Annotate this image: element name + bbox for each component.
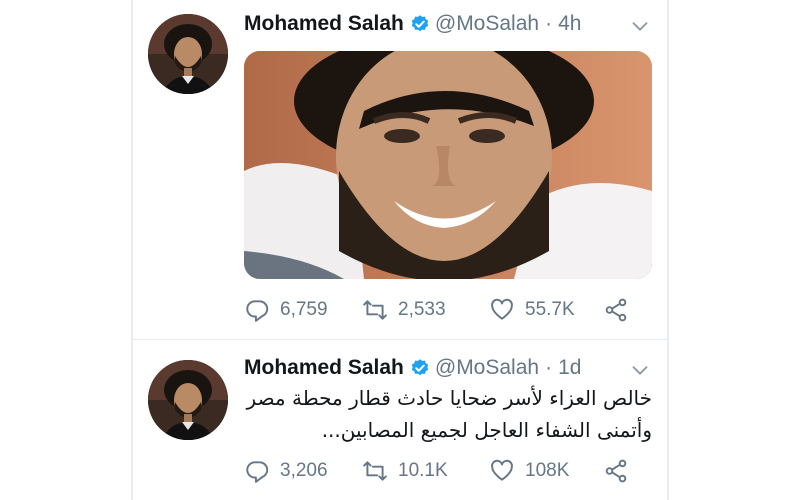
avatar[interactable] xyxy=(148,14,228,94)
tweet-text-line: وأتمنى الشفاء العاجل لجميع المصابين... xyxy=(321,418,652,442)
tweet-actions: 3,206 10.1K 108K xyxy=(244,457,654,485)
chevron-down-icon[interactable] xyxy=(629,359,651,381)
retweet-button[interactable]: 10.1K xyxy=(362,458,489,484)
tweet-text: خالص العزاء لأسر ضحايا حادث قطار محطة مص… xyxy=(244,382,652,446)
like-icon xyxy=(491,298,513,320)
tweet-photo[interactable] xyxy=(244,51,652,279)
reply-icon xyxy=(246,461,269,483)
share-button[interactable] xyxy=(603,458,639,484)
tweet-text-line: خالص العزاء لأسر ضحايا حادث قطار محطة مص… xyxy=(246,386,652,410)
verified-badge-icon xyxy=(411,15,429,32)
tweet[interactable]: Mohamed Salah @MoSalah · 4h 6,759 2,533 … xyxy=(133,0,667,340)
chevron-down-icon[interactable] xyxy=(629,15,651,37)
verified-badge-icon xyxy=(411,359,429,376)
tweet-actions: 6,759 2,533 55.7K xyxy=(244,296,654,324)
retweet-count: 2,533 xyxy=(398,299,446,320)
reply-button[interactable]: 6,759 xyxy=(244,297,362,323)
tweet-header: Mohamed Salah @MoSalah · 4h xyxy=(244,9,581,39)
tweet-header: Mohamed Salah @MoSalah · 1d xyxy=(244,353,581,383)
reply-icon xyxy=(246,300,269,322)
like-count: 108K xyxy=(525,460,570,481)
display-name[interactable]: Mohamed Salah xyxy=(244,12,404,36)
handle[interactable]: @MoSalah xyxy=(435,12,539,36)
retweet-icon xyxy=(363,461,387,481)
tweet[interactable]: Mohamed Salah @MoSalah · 1d خالص العزاء … xyxy=(133,340,667,500)
timestamp[interactable]: 1d xyxy=(558,356,581,380)
retweet-icon xyxy=(363,300,387,320)
reply-button[interactable]: 3,206 xyxy=(244,458,362,484)
separator-dot: · xyxy=(545,356,553,379)
reply-count: 6,759 xyxy=(280,299,328,320)
display-name[interactable]: Mohamed Salah xyxy=(244,356,404,380)
like-count: 55.7K xyxy=(525,299,575,320)
column-right-border xyxy=(667,0,669,500)
like-icon xyxy=(491,459,513,481)
retweet-button[interactable]: 2,533 xyxy=(362,297,489,323)
separator-dot: · xyxy=(545,12,553,35)
avatar[interactable] xyxy=(148,360,228,440)
timestamp[interactable]: 4h xyxy=(558,12,581,36)
handle[interactable]: @MoSalah xyxy=(435,356,539,380)
reply-count: 3,206 xyxy=(280,460,328,481)
share-icon xyxy=(605,459,627,483)
timeline: Mohamed Salah @MoSalah · 4h 6,759 2,533 … xyxy=(133,0,667,500)
like-button[interactable]: 108K xyxy=(489,458,603,484)
like-button[interactable]: 55.7K xyxy=(489,297,603,323)
retweet-count: 10.1K xyxy=(398,460,448,481)
share-button[interactable] xyxy=(603,297,639,323)
share-icon xyxy=(605,298,627,322)
